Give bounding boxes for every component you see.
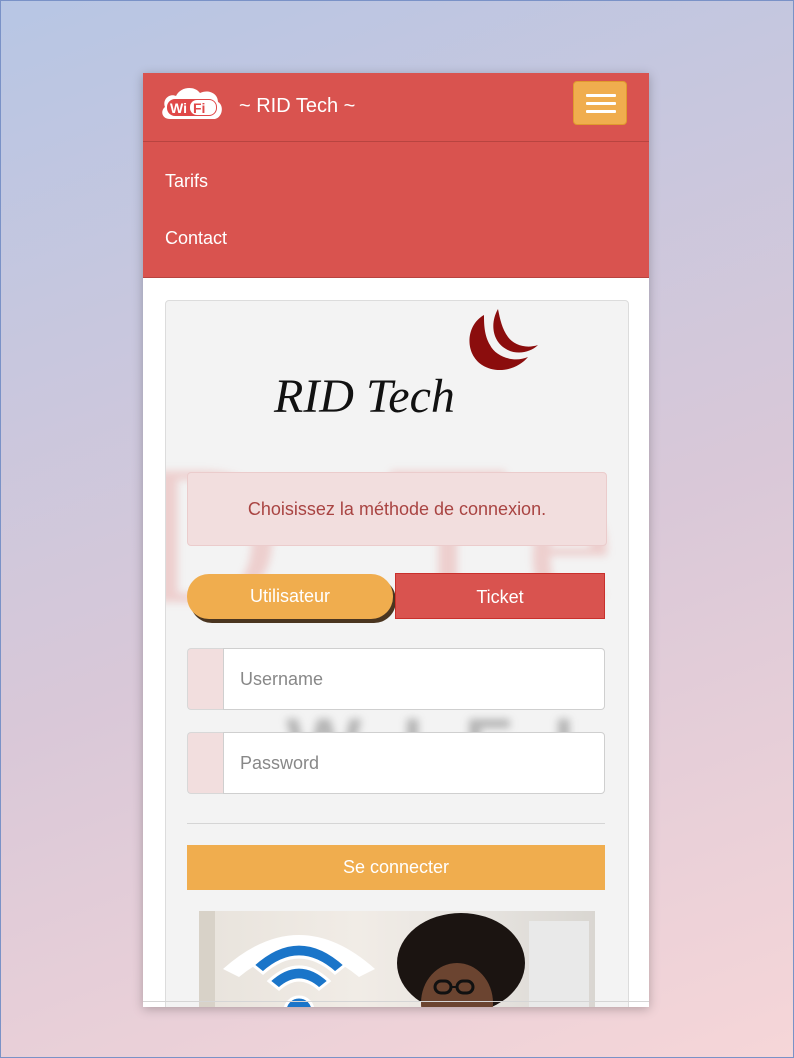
company-logo-text: RID Tech — [274, 370, 455, 423]
nav-link-contact[interactable]: Contact — [165, 228, 227, 249]
mobile-viewport: Wi Fi ~ RID Tech ~ Tarifs Contact D Te W… — [143, 73, 649, 1007]
hamburger-icon-line — [586, 110, 616, 113]
svg-text:Wi: Wi — [170, 100, 187, 116]
menu-toggle-button[interactable] — [573, 81, 627, 125]
connection-method-alert: Choisissez la méthode de connexion. — [187, 472, 607, 546]
hamburger-icon — [586, 94, 616, 97]
login-card: D Te WIFI RID Tech Choisissez la méthode… — [165, 300, 629, 1007]
nav-menu: Tarifs Contact — [143, 142, 649, 278]
wifi-logo-icon[interactable]: Wi Fi — [160, 85, 224, 127]
wifi-signal-icon — [250, 942, 348, 1007]
svg-text:Fi: Fi — [193, 100, 205, 116]
username-group — [187, 648, 605, 710]
password-group — [187, 732, 605, 794]
form-divider — [187, 823, 605, 824]
login-button[interactable]: Se connecter — [187, 845, 605, 890]
promo-image — [199, 911, 595, 1007]
password-input[interactable] — [223, 732, 605, 794]
nav-link-tarifs[interactable]: Tarifs — [165, 171, 208, 192]
top-navbar: Wi Fi ~ RID Tech ~ — [143, 73, 649, 142]
brand-title[interactable]: ~ RID Tech ~ — [239, 95, 355, 118]
crescent-logo-icon — [469, 309, 538, 371]
ticket-login-tab[interactable]: Ticket — [395, 573, 605, 619]
user-icon — [187, 648, 223, 710]
hamburger-icon-line — [586, 102, 616, 105]
username-input[interactable] — [223, 648, 605, 710]
lock-icon — [187, 732, 223, 794]
footer-divider — [143, 1001, 649, 1002]
user-login-tab[interactable]: Utilisateur — [187, 574, 393, 619]
